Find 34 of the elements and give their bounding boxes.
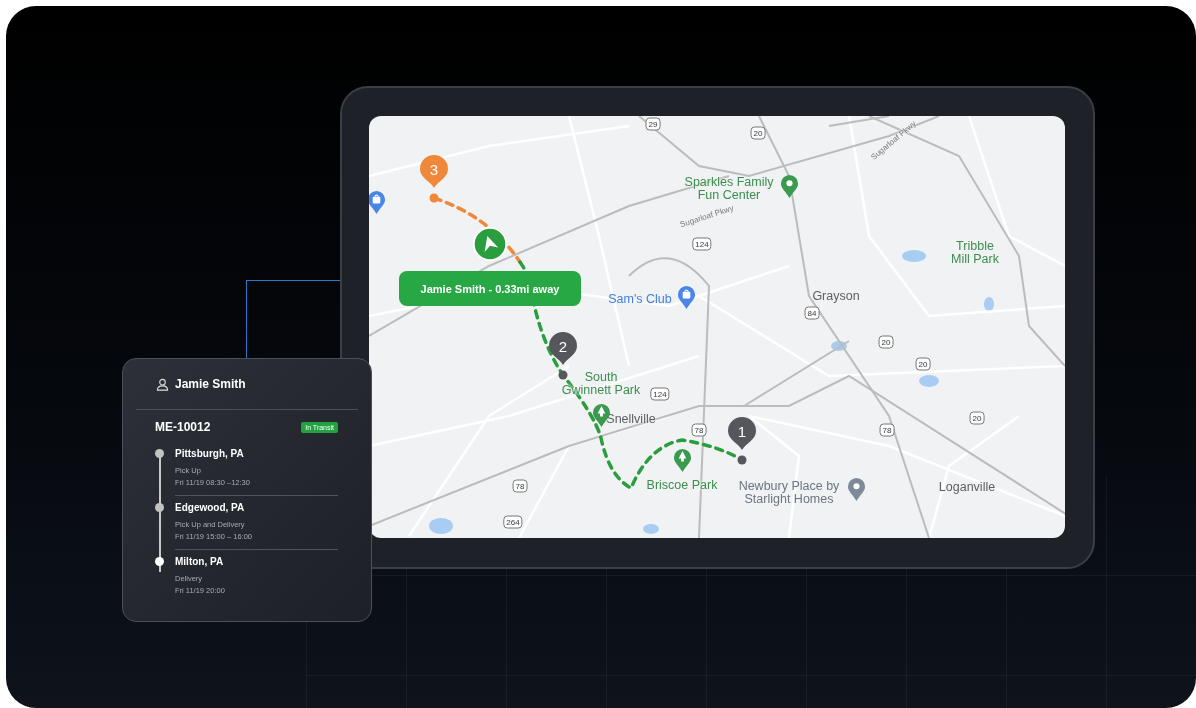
route-shield: 29 [645, 117, 661, 131]
route-shield: 20 [750, 126, 766, 140]
shopping-bag-pin-icon [369, 190, 386, 215]
lake [919, 375, 939, 387]
place-label: Newbury Place by Starlight Homes [738, 479, 840, 507]
town-label: Snellville [606, 413, 656, 427]
lake [902, 250, 926, 262]
store-label: Sam's Club [608, 293, 672, 307]
place-pin-icon [780, 174, 799, 199]
route-shield: 20 [969, 411, 985, 425]
town-label: Grayson [812, 290, 860, 304]
town-label: Loganville [938, 481, 996, 495]
park-label: Tribble Mill Park [951, 239, 999, 267]
place-pin-icon [847, 477, 866, 502]
route-shield: 78 [512, 479, 528, 493]
place-label: Sparkles Family Fun Center [684, 175, 774, 203]
route-shield: 78 [691, 423, 707, 437]
person-icon [156, 377, 169, 391]
tree-pin-icon [673, 448, 692, 473]
driver-name: Jamie Smith [175, 377, 246, 391]
lake [831, 341, 847, 351]
order-id: ME-10012 [155, 420, 211, 434]
lake [429, 518, 453, 534]
lake [643, 524, 659, 534]
lake [984, 297, 994, 311]
park-label: Briscoe Park [646, 479, 718, 493]
route-shield: 78 [879, 423, 895, 437]
shopping-bag-pin-icon [677, 285, 696, 310]
driver-distance-callout: Jamie Smith - 0.33mi away [399, 271, 581, 306]
stop-city: Pittsburgh, PA [175, 448, 245, 459]
stop-city: Milton, PA [175, 556, 225, 567]
route-shield: 20 [878, 335, 894, 349]
stop-city: Edgewood, PA [175, 502, 246, 513]
route-shield: 20 [915, 357, 931, 371]
